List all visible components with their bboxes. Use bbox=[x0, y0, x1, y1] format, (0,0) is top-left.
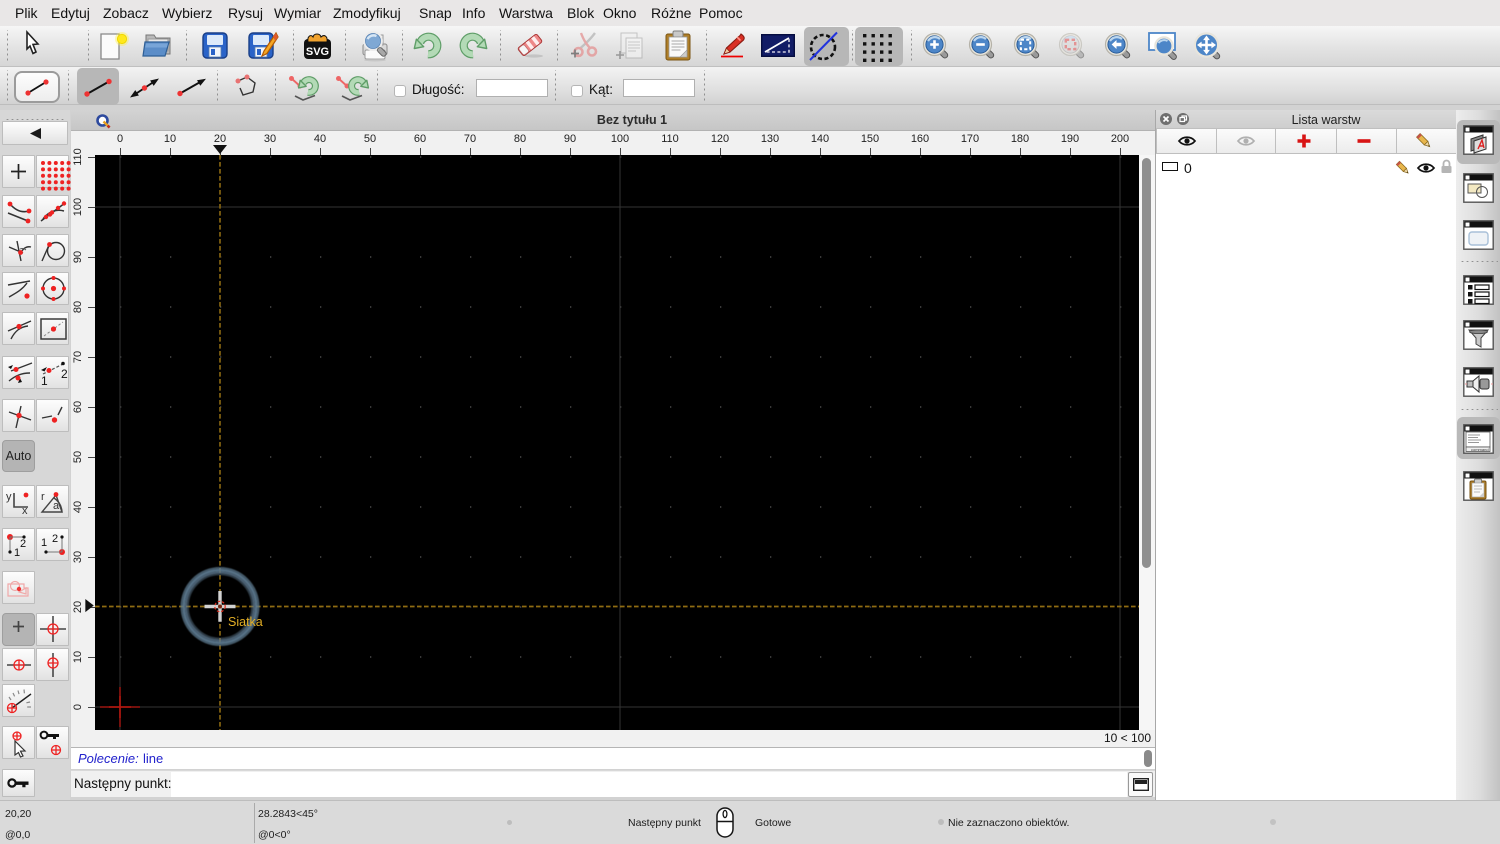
svg-text:2: 2 bbox=[20, 538, 26, 550]
svg-text:a: a bbox=[53, 500, 60, 512]
svg-text:y: y bbox=[6, 491, 12, 503]
svg-text:r: r bbox=[41, 491, 45, 503]
svg-text:x: x bbox=[22, 505, 28, 517]
svg-text:SVG: SVG bbox=[306, 46, 329, 58]
svg-text:1: 1 bbox=[41, 374, 48, 388]
svg-text:command: command bbox=[1471, 447, 1489, 452]
svg-text:Siatka: Siatka bbox=[228, 615, 263, 629]
svg-text:1: 1 bbox=[41, 537, 47, 549]
svg-text:2: 2 bbox=[52, 533, 58, 545]
